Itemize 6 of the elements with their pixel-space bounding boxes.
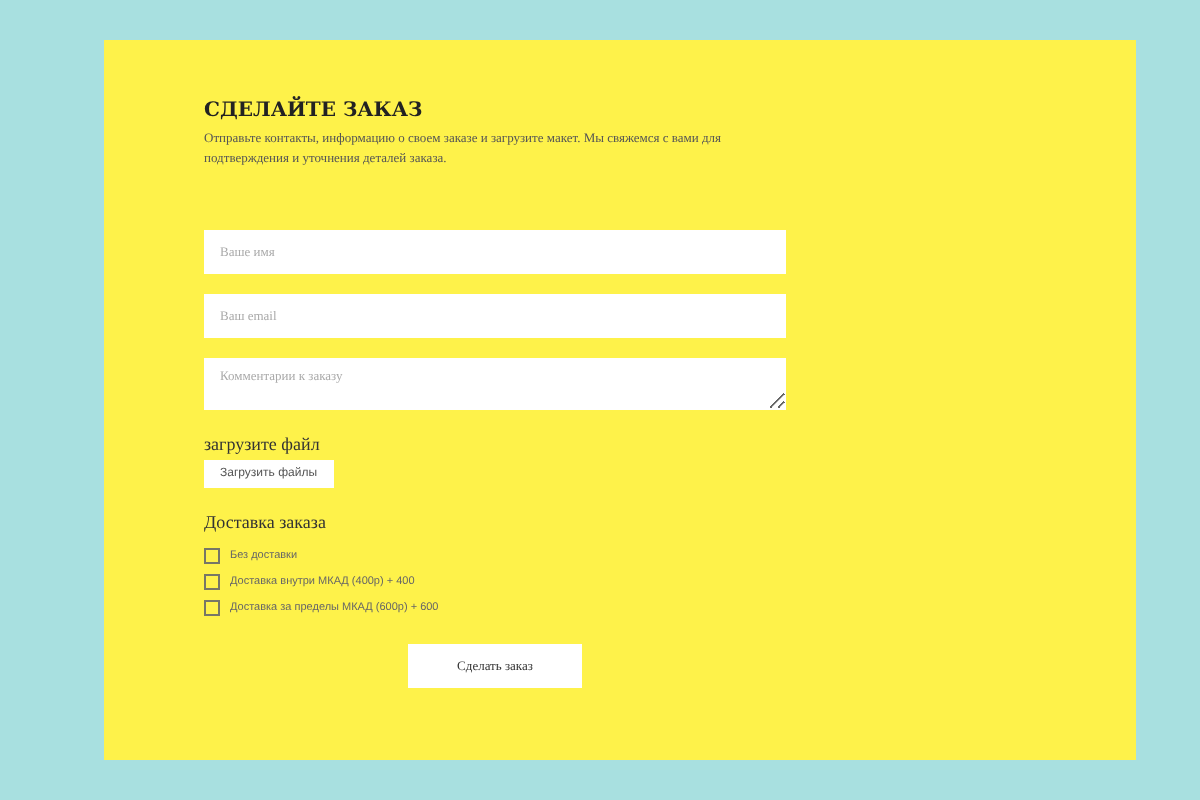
checkbox[interactable]	[204, 600, 220, 616]
checkbox[interactable]	[204, 574, 220, 590]
form-title: СДЕЛАЙТЕ ЗАКАЗ	[204, 100, 425, 122]
upload-label: загрузите файл	[204, 434, 322, 454]
checkbox[interactable]	[204, 548, 220, 564]
delivery-title: Доставка заказа	[204, 512, 328, 532]
